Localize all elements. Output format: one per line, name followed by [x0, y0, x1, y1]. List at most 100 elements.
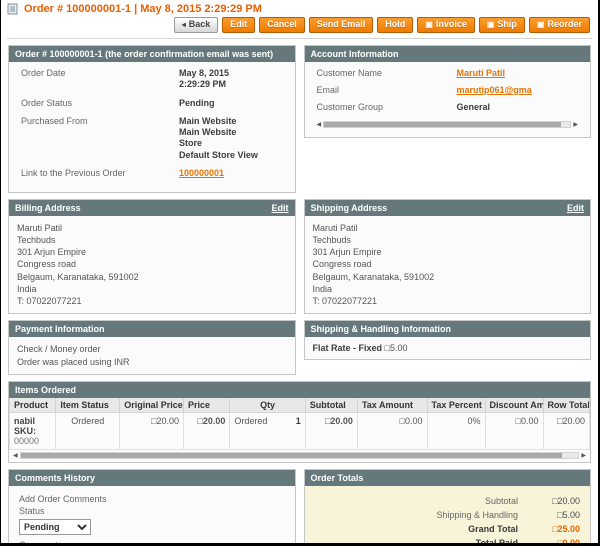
items-ordered-panel: Items Ordered Product Item Status Origin… [8, 381, 591, 464]
page-icon: ▣ [536, 19, 545, 29]
payment-info-body: Check / Money order Order was placed usi… [9, 337, 295, 374]
billing-address-title: Billing Address [15, 203, 81, 213]
col-row-total: Row Total [542, 398, 591, 414]
customer-email-row: Email marutip061@gma [317, 85, 583, 95]
account-info-body: Customer Name Maruti Patil Email marutip… [305, 62, 591, 137]
grand-total-value: □25.00 [552, 524, 580, 535]
customer-name-label: Customer Name [316, 68, 383, 78]
items-ordered-header: Items Ordered [9, 382, 590, 399]
comment-label: Comment [19, 540, 59, 546]
shipping-method-title: Shipping & Handling Information [310, 323, 451, 334]
grand-total-row: Grand Total □25.00 [315, 522, 580, 536]
billing-address-body: Maruti Patil Techbuds 301 Arjun Empire C… [9, 216, 295, 313]
shipping-method-name: Flat Rate - Fixed [312, 342, 383, 353]
billing-line: India [17, 283, 37, 294]
col-qty: Qty [229, 398, 306, 414]
order-status-value: Pending [179, 97, 215, 108]
payment-currency-text: Order was placed using INR [17, 356, 130, 367]
col-price: Price [182, 398, 231, 414]
shipping-line: 301 Arjun Empire [312, 247, 382, 258]
comment-status-select[interactable]: Pending [19, 519, 91, 536]
item-subtotal-cell: □20.00 [304, 412, 358, 451]
order-page-icon [7, 3, 18, 15]
account-scrollbar[interactable]: ◀ ▶ [313, 119, 583, 131]
previous-order-link[interactable]: 100000001 [179, 168, 224, 178]
col-product: Product [8, 398, 57, 414]
shipping-line: Belgaum, Karanataka, 591002 [312, 271, 435, 282]
shipping-edit-link[interactable]: Edit [567, 203, 584, 213]
items-ordered-title: Items Ordered [15, 385, 77, 396]
col-discount-amount: Discount Amount [484, 398, 544, 414]
order-status-label: Order Status [21, 97, 73, 108]
purchased-from-line: Main Website Store [179, 127, 237, 149]
edit-button-label: Edit [230, 19, 248, 29]
payment-info-title: Payment Information [15, 323, 105, 334]
item-sku-value: 00000 [14, 436, 40, 447]
comments-history-panel: Comments History Add Order Comments Stat… [8, 469, 296, 546]
order-view-page: Order # 100000001-1 | May 8, 2015 2:29:2… [0, 0, 600, 546]
purchased-from-row: Purchased From Main Website Main Website… [21, 116, 287, 161]
customer-email-link[interactable]: marutip061@gma [457, 85, 532, 95]
subtotal-row: Subtotal □20.00 [315, 494, 580, 508]
scrollbar-thumb[interactable] [324, 122, 561, 127]
item-row: nabil SKU: 00000 Ordered □20.00 □20.00 O… [8, 412, 591, 451]
back-button-label: Back [188, 19, 211, 29]
shipping-line: Techbuds [312, 235, 352, 246]
shipping-method-header: Shipping & Handling Information [304, 320, 590, 337]
cancel-button-label: Cancel [267, 19, 297, 29]
previous-order-label: Link to the Previous Order [21, 167, 126, 178]
page-title-text: Order # 100000001-1 | May 8, 2015 2:29:2… [24, 3, 262, 15]
invoice-button[interactable]: ▣ Invoice [417, 17, 475, 33]
shipping-line: T: 07022077221 [312, 295, 378, 306]
billing-edit-link[interactable]: Edit [272, 203, 289, 213]
back-arrow-icon: ◂ [181, 19, 186, 29]
comments-history-header: Comments History [9, 470, 295, 487]
shipping-address-panel: Shipping Address Edit Maruti Patil Techb… [303, 199, 591, 314]
purchased-from-line: Default Store View [179, 149, 258, 160]
scrollbar-track[interactable] [323, 121, 572, 128]
main-content: Order # 100000001-1 (the order confirmat… [1, 39, 598, 546]
scroll-right-icon[interactable]: ▶ [581, 453, 586, 459]
item-sku-label: SKU: [14, 426, 36, 437]
hold-button[interactable]: Hold [377, 17, 414, 33]
scroll-right-icon[interactable]: ▶ [573, 122, 578, 128]
ship-button[interactable]: ▣ Ship [478, 17, 525, 33]
order-toolbar: ◂ Back Edit Cancel Send Email Hold ▣ Inv… [7, 15, 592, 37]
cancel-button[interactable]: Cancel [259, 17, 305, 33]
scrollbar-thumb[interactable] [20, 453, 562, 459]
subtotal-label: Subtotal [484, 496, 518, 507]
order-info-body: Order Date May 8, 2015 2:29:29 PM Order … [9, 62, 295, 192]
billing-address-header: Billing Address Edit [9, 200, 295, 216]
comment-status-label: Status [19, 506, 45, 517]
account-info-title: Account Information [310, 49, 399, 59]
edit-button[interactable]: Edit [222, 17, 256, 33]
reorder-button-label: Reorder [547, 19, 582, 29]
previous-order-value: 100000001 [179, 168, 259, 179]
order-totals-body: Subtotal □20.00 Shipping & Handling □5.0… [304, 486, 590, 546]
order-info-title: Order # 100000001-1 (the order confirmat… [15, 49, 274, 59]
total-paid-label: Total Paid [475, 538, 518, 546]
reorder-button[interactable]: ▣ Reorder [528, 17, 590, 33]
scroll-left-icon[interactable]: ◀ [317, 122, 322, 128]
ship-button-label: Ship [497, 19, 517, 29]
scrollbar-track[interactable] [19, 452, 580, 460]
customer-name-row: Customer Name Maruti Patil [317, 68, 583, 78]
shipping-handling-row: Shipping & Handling □5.00 [315, 508, 580, 522]
scroll-left-icon[interactable]: ◀ [13, 453, 18, 459]
customer-group-label: Customer Group [316, 102, 384, 112]
customer-name-link[interactable]: Maruti Patil [457, 68, 506, 78]
order-date-value: May 8, 2015 2:29:29 PM [179, 68, 230, 90]
items-scrollbar[interactable]: ◀ ▶ [9, 450, 590, 462]
back-button[interactable]: ◂ Back [173, 17, 219, 33]
col-item-status: Item Status [55, 398, 121, 414]
shipping-address-body: Maruti Patil Techbuds 301 Arjun Empire C… [305, 216, 591, 313]
customer-email-label: Email [316, 85, 340, 95]
item-tax-amount-cell: □0.00 [356, 412, 428, 451]
item-tax-percent-cell: 0% [426, 412, 486, 451]
payment-info-panel: Payment Information Check / Money order … [8, 319, 296, 376]
order-date-row: Order Date May 8, 2015 2:29:29 PM [21, 68, 287, 91]
grand-total-label: Grand Total [468, 524, 518, 535]
shipping-line: India [312, 283, 333, 294]
send-email-button[interactable]: Send Email [308, 17, 374, 33]
shipping-method-body: Flat Rate - Fixed □5.00 [305, 337, 591, 359]
